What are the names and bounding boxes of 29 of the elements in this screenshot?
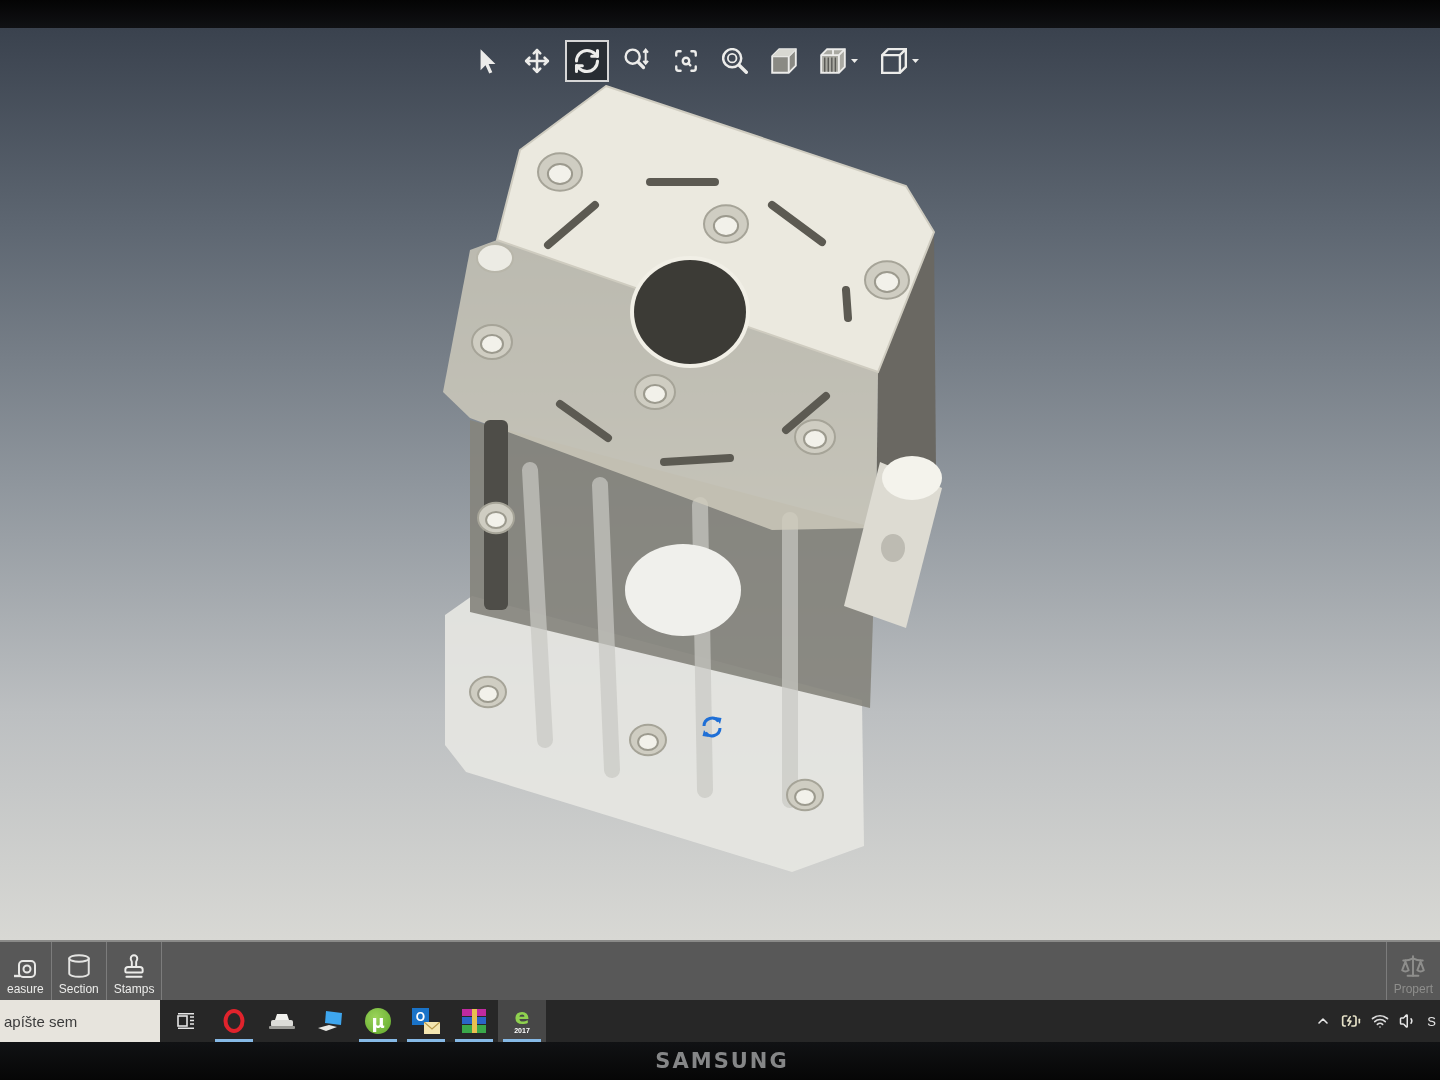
shaded-cube-icon — [771, 48, 797, 74]
wireframe-cube-icon — [881, 48, 907, 74]
letter-tile-logo: O — [412, 1008, 429, 1025]
rotate-cursor-icon — [700, 715, 724, 739]
language-indicator[interactable]: S — [1427, 1013, 1436, 1029]
task-view-icon — [177, 1013, 195, 1029]
envelope-icon — [424, 1022, 440, 1034]
scale-icon — [1400, 953, 1427, 979]
computer-icon — [317, 1010, 343, 1032]
rotate-icon — [573, 47, 601, 75]
dropdown-caret-icon[interactable] — [851, 59, 858, 63]
cylinder-icon — [65, 953, 92, 979]
zoom-fit-icon — [722, 48, 748, 74]
disc-logo: µ — [365, 1008, 391, 1034]
logo-letter: e — [514, 1007, 530, 1027]
pointer-icon — [479, 48, 497, 74]
tape-measure-icon — [14, 959, 37, 979]
monitor-brand-label: SAMSUNG — [655, 1049, 789, 1073]
mail-taskbar-button[interactable]: O — [402, 1000, 450, 1042]
search-field[interactable]: apíšte sem — [0, 1000, 160, 1042]
stacked-books-icon — [462, 1009, 486, 1033]
printer-icon — [269, 1012, 295, 1030]
rotate-tool-button[interactable] — [565, 40, 609, 82]
dropdown-caret-icon[interactable] — [912, 59, 919, 63]
zoom-area-icon — [673, 48, 699, 74]
wifi-icon[interactable] — [1371, 1012, 1390, 1030]
move-arrows-icon — [524, 48, 550, 74]
ring-icon — [223, 1009, 245, 1033]
sectioned-cube-icon — [820, 48, 846, 74]
